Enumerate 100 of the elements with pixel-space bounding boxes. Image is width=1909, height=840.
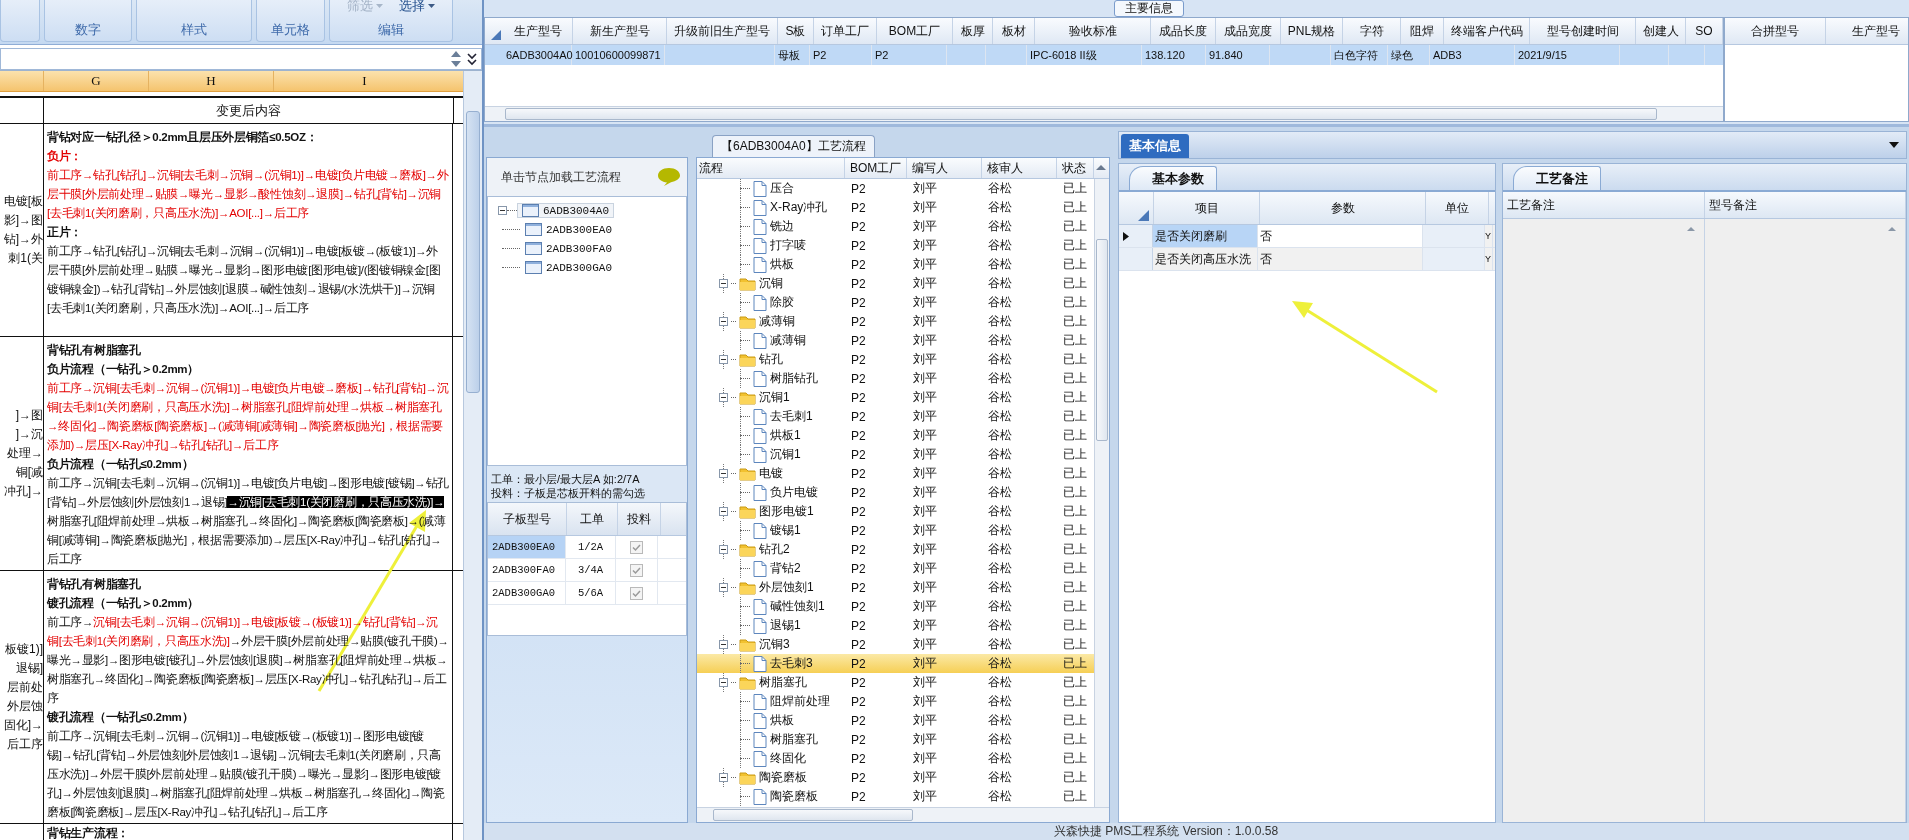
tree-row[interactable]: 钻孔 P2 刘平 谷松 已上 <box>697 350 1094 369</box>
table-row[interactable]: 是否关闭磨刷 否 Y <box>1119 225 1495 248</box>
node-label[interactable]: 阻焊前处理 <box>770 693 830 710</box>
node-label[interactable]: 树脂塞孔 <box>770 731 818 748</box>
node-label[interactable]: 陶瓷磨板 <box>770 788 818 805</box>
tree-row[interactable]: 烘板 P2 刘平 谷松 已上 <box>697 711 1094 730</box>
tree-node[interactable]: 2ADB300GA0 <box>520 260 617 275</box>
column-header[interactable]: 生产型号 <box>503 18 573 44</box>
column-header[interactable]: 流程 <box>697 158 845 178</box>
node-label[interactable]: 压合 <box>770 180 794 197</box>
node-label[interactable]: 烘板 <box>770 256 794 273</box>
tree-row[interactable]: 沉铜1 P2 刘平 谷松 已上 <box>697 445 1094 464</box>
node-label[interactable]: 镀锡1 <box>770 522 801 539</box>
column-header[interactable]: 子板型号 <box>488 503 567 535</box>
tree-node[interactable]: 2ADB300FA0 <box>520 241 617 256</box>
tree-row[interactable]: 除胶 P2 刘平 谷松 已上 <box>697 293 1094 312</box>
column-header[interactable]: 参数 <box>1259 192 1425 224</box>
tree-node[interactable]: 2ADB300EA0 <box>520 222 617 237</box>
column-header[interactable]: BOM工厂 <box>845 158 907 178</box>
tree-row[interactable]: 树脂塞孔 P2 刘平 谷松 已上 <box>697 730 1094 749</box>
column-header[interactable]: 项目 <box>1153 192 1259 224</box>
column-header[interactable]: 板材 <box>993 18 1035 44</box>
tree-row[interactable]: 镀锡1 P2 刘平 谷松 已上 <box>697 521 1094 540</box>
column-header[interactable]: 型号创建时间 <box>1530 18 1636 44</box>
table-row[interactable]: 6ADB3004A0 10010600099871 母板 P2 P2 IPC-6018 II级 138.120 91.840 白色字符 绿色 ADB3 2021/9/15 <box>485 45 1723 65</box>
collapse-icon[interactable] <box>719 678 728 687</box>
node-label[interactable]: 陶瓷磨板 <box>759 769 807 786</box>
table-cell[interactable]: 2ADB300FA0 <box>488 559 566 581</box>
column-header[interactable]: 阻焊 <box>1401 18 1444 44</box>
tree-row[interactable]: 树脂塞孔 P2 刘平 谷松 已上 <box>697 673 1094 692</box>
column-header[interactable]: 终端客户代码 <box>1444 18 1530 44</box>
tree-row[interactable]: 沉铜3 P2 刘平 谷松 已上 <box>697 635 1094 654</box>
panel-tab[interactable]: 工艺备注 <box>1513 166 1601 190</box>
node-label[interactable]: 打字唛 <box>770 237 806 254</box>
node-label[interactable]: 烘板 <box>770 712 794 729</box>
node-label[interactable]: X-Ray冲孔 <box>770 199 828 216</box>
collapse-icon[interactable] <box>719 583 728 592</box>
column-header[interactable]: 型号备注 <box>1704 192 1906 218</box>
scrollbar[interactable] <box>697 807 1109 822</box>
column-header[interactable]: 验收标准 <box>1035 18 1151 44</box>
tree-row[interactable]: 陶瓷磨板 P2 刘平 谷松 已上 <box>697 768 1094 787</box>
tree-row[interactable]: 退锡1 P2 刘平 谷松 已上 <box>697 616 1094 635</box>
collapse-icon[interactable] <box>719 469 728 478</box>
checkbox[interactable] <box>630 586 643 600</box>
node-label[interactable]: 电镀 <box>759 465 783 482</box>
tree-row[interactable]: 钻孔2 P2 刘平 谷松 已上 <box>697 540 1094 559</box>
column-header[interactable]: 合拼型号 <box>1725 18 1826 44</box>
column-header[interactable]: G <box>43 71 148 91</box>
node-label[interactable]: 钻孔2 <box>759 541 790 558</box>
table-cell[interactable]: 2ADB300EA0 <box>488 536 566 558</box>
dropdown-icon[interactable] <box>1888 141 1900 149</box>
column-header[interactable]: PNL规格 <box>1281 18 1343 44</box>
collapse-icon[interactable] <box>719 393 728 402</box>
tree-row[interactable]: 外层蚀刻1 P2 刘平 谷松 已上 <box>697 578 1094 597</box>
tree-row[interactable]: 去毛刺1 P2 刘平 谷松 已上 <box>697 407 1094 426</box>
caret-icon[interactable] <box>428 4 435 8</box>
node-label[interactable]: 减薄铜 <box>770 332 806 349</box>
column-header[interactable]: BOM工厂 <box>877 18 953 44</box>
node-label[interactable]: 除胶 <box>770 294 794 311</box>
node-label[interactable]: 终固化 <box>770 750 806 767</box>
node-label[interactable]: 退锡1 <box>770 617 801 634</box>
table-cell[interactable]: 是否关闭磨刷 <box>1153 225 1258 247</box>
node-label[interactable]: 沉铜1 <box>759 389 790 406</box>
tree-row[interactable]: 陶瓷磨板 P2 刘平 谷松 已上 <box>697 787 1094 806</box>
column-header[interactable]: 字符 <box>1343 18 1401 44</box>
tree-node[interactable]: 6ADB3004A0 <box>517 203 614 218</box>
node-label[interactable]: 铣边 <box>770 218 794 235</box>
collapse-icon[interactable] <box>498 206 507 215</box>
column-header[interactable]: 投料 <box>618 503 661 535</box>
spin-icon[interactable] <box>449 49 463 69</box>
column-header[interactable]: S板 <box>778 18 814 44</box>
tree-row[interactable]: 减薄铜 P2 刘平 谷松 已上 <box>697 331 1094 350</box>
scroll-up-icon[interactable] <box>1887 225 1897 233</box>
node-label[interactable]: 碱性蚀刻1 <box>770 598 825 615</box>
tree-row[interactable]: 沉铜 P2 刘平 谷松 已上 <box>697 274 1094 293</box>
scroll-up-icon[interactable] <box>1685 225 1696 233</box>
column-header[interactable]: 新生产型号 <box>573 18 667 44</box>
column-header[interactable]: I <box>273 71 455 91</box>
column-header[interactable]: 创建人 <box>1636 18 1686 44</box>
table-cell[interactable]: 否 <box>1258 225 1423 247</box>
node-label[interactable]: 钻孔 <box>759 351 783 368</box>
node-label[interactable]: 负片电镀 <box>770 484 818 501</box>
collapse-icon[interactable] <box>719 507 728 516</box>
column-header[interactable]: SO <box>1686 18 1723 44</box>
tree-row[interactable]: 图形电镀1 P2 刘平 谷松 已上 <box>697 502 1094 521</box>
scrollbar[interactable] <box>1094 179 1109 807</box>
tree-row[interactable]: 烘板1 P2 刘平 谷松 已上 <box>697 426 1094 445</box>
column-header[interactable]: 核审人 <box>982 158 1057 178</box>
tree-row[interactable]: 减薄铜 P2 刘平 谷松 已上 <box>697 312 1094 331</box>
node-label[interactable]: 去毛刺1 <box>770 408 813 425</box>
column-header[interactable]: 成品长度 <box>1151 18 1216 44</box>
tree-row[interactable]: 铣边 P2 刘平 谷松 已上 <box>697 217 1094 236</box>
column-header[interactable]: 订单工厂 <box>814 18 877 44</box>
column-header[interactable]: 工艺备注 <box>1503 192 1705 218</box>
column-header[interactable]: 板厚 <box>953 18 993 44</box>
column-header[interactable]: H <box>148 71 273 91</box>
node-label[interactable]: 沉铜 <box>759 275 783 292</box>
node-label[interactable]: 树脂塞孔 <box>759 674 807 691</box>
column-header[interactable]: 升级前旧生产型号 <box>667 18 778 44</box>
panel-tab[interactable]: 基本信息 <box>1121 134 1189 158</box>
